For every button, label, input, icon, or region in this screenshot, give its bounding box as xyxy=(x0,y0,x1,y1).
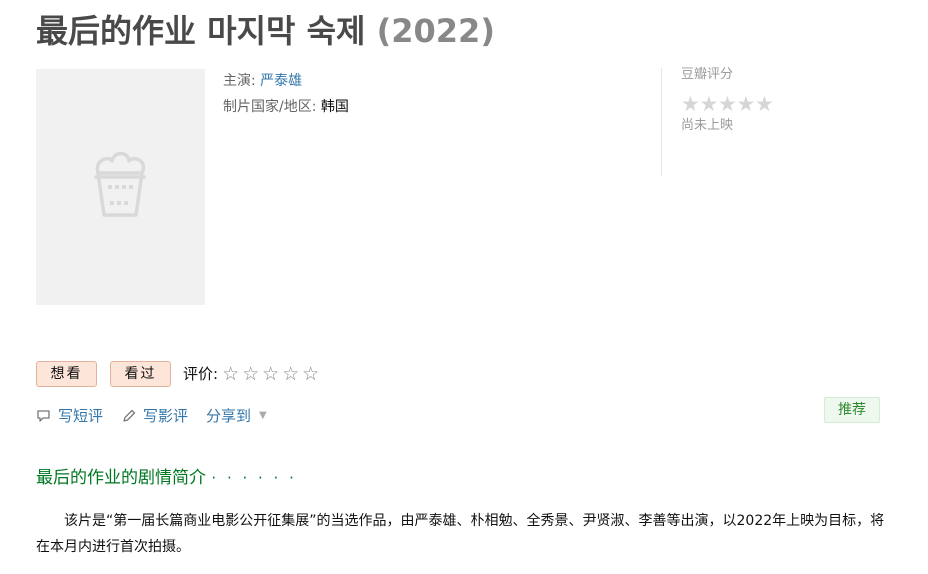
page-title: 最后的作业 마지막 숙제 (2022) xyxy=(36,6,495,52)
synopsis-title: 最后的作业的剧情简介 xyxy=(36,468,206,488)
rate-stars: ☆ ☆ ☆ ☆ ☆ xyxy=(222,362,322,386)
star-icon: ★ xyxy=(736,92,756,116)
rating-status: 尚未上映 xyxy=(681,118,734,133)
star-icon: ★ xyxy=(755,92,774,116)
write-review-link[interactable]: 写影评 xyxy=(143,404,188,428)
write-review[interactable]: 写影评 xyxy=(121,404,188,428)
chevron-down-icon[interactable]: ▼ xyxy=(259,404,267,428)
synopsis-heading: 最后的作业的剧情简介 · · · · · · xyxy=(36,463,297,488)
rate-star-2[interactable]: ☆ xyxy=(242,362,262,386)
country-row: 制片国家/地区: 韩国 xyxy=(223,94,349,120)
recommend-button[interactable]: 推荐 xyxy=(824,397,880,423)
pencil-icon xyxy=(123,409,136,422)
user-rating: 评价: ☆ ☆ ☆ ☆ ☆ xyxy=(183,362,322,386)
star-icon: ★ xyxy=(681,92,700,116)
star-icon: ★ xyxy=(699,92,719,116)
poster-placeholder[interactable] xyxy=(36,69,205,305)
country-label: 制片国家/地区: xyxy=(223,99,317,115)
cast-label: 主演: xyxy=(223,73,256,89)
rate-star-4[interactable]: ☆ xyxy=(282,362,302,386)
write-short-review[interactable]: 写短评 xyxy=(36,404,103,428)
movie-year: (2022) xyxy=(376,12,495,50)
comment-icon xyxy=(37,410,50,422)
want-to-watch-button[interactable]: 想看 xyxy=(36,361,97,387)
country-value: 韩国 xyxy=(320,99,349,115)
action-bar: 写短评 写影评 分享到 ▼ xyxy=(36,404,267,428)
synopsis-dots: · · · · · · xyxy=(211,469,297,487)
synopsis-text: 该片是“第一届长篇商业电影公开征集展”的当选作品，由严泰雄、朴相勉、全秀景、尹贤… xyxy=(36,513,885,555)
popcorn-placeholder-icon xyxy=(94,151,146,217)
share-link[interactable]: 分享到 xyxy=(206,404,251,428)
rating-stars: ★ ★ ★ ★ ★ xyxy=(681,92,774,116)
movie-title: 最后的作业 마지막 숙제 xyxy=(36,12,366,50)
share-dropdown[interactable]: 分享到 ▼ xyxy=(206,404,267,428)
rate-star-5[interactable]: ☆ xyxy=(302,362,322,386)
rate-label: 评价: xyxy=(183,365,219,383)
watched-button[interactable]: 看过 xyxy=(110,361,171,387)
cast-row: 主演: 严泰雄 xyxy=(223,68,349,94)
write-short-review-link[interactable]: 写短评 xyxy=(58,404,103,428)
divider xyxy=(661,68,662,176)
star-icon: ★ xyxy=(718,92,737,116)
rate-star-1[interactable]: ☆ xyxy=(222,362,242,386)
rating-label: 豆瓣评分 xyxy=(681,67,734,82)
cast-link[interactable]: 严泰雄 xyxy=(260,73,302,89)
movie-info: 主演: 严泰雄 制片国家/地区: 韩国 xyxy=(223,68,349,120)
douban-rating: 豆瓣评分 ★ ★ ★ ★ ★ 尚未上映 xyxy=(681,66,774,135)
rate-star-3[interactable]: ☆ xyxy=(262,362,282,386)
